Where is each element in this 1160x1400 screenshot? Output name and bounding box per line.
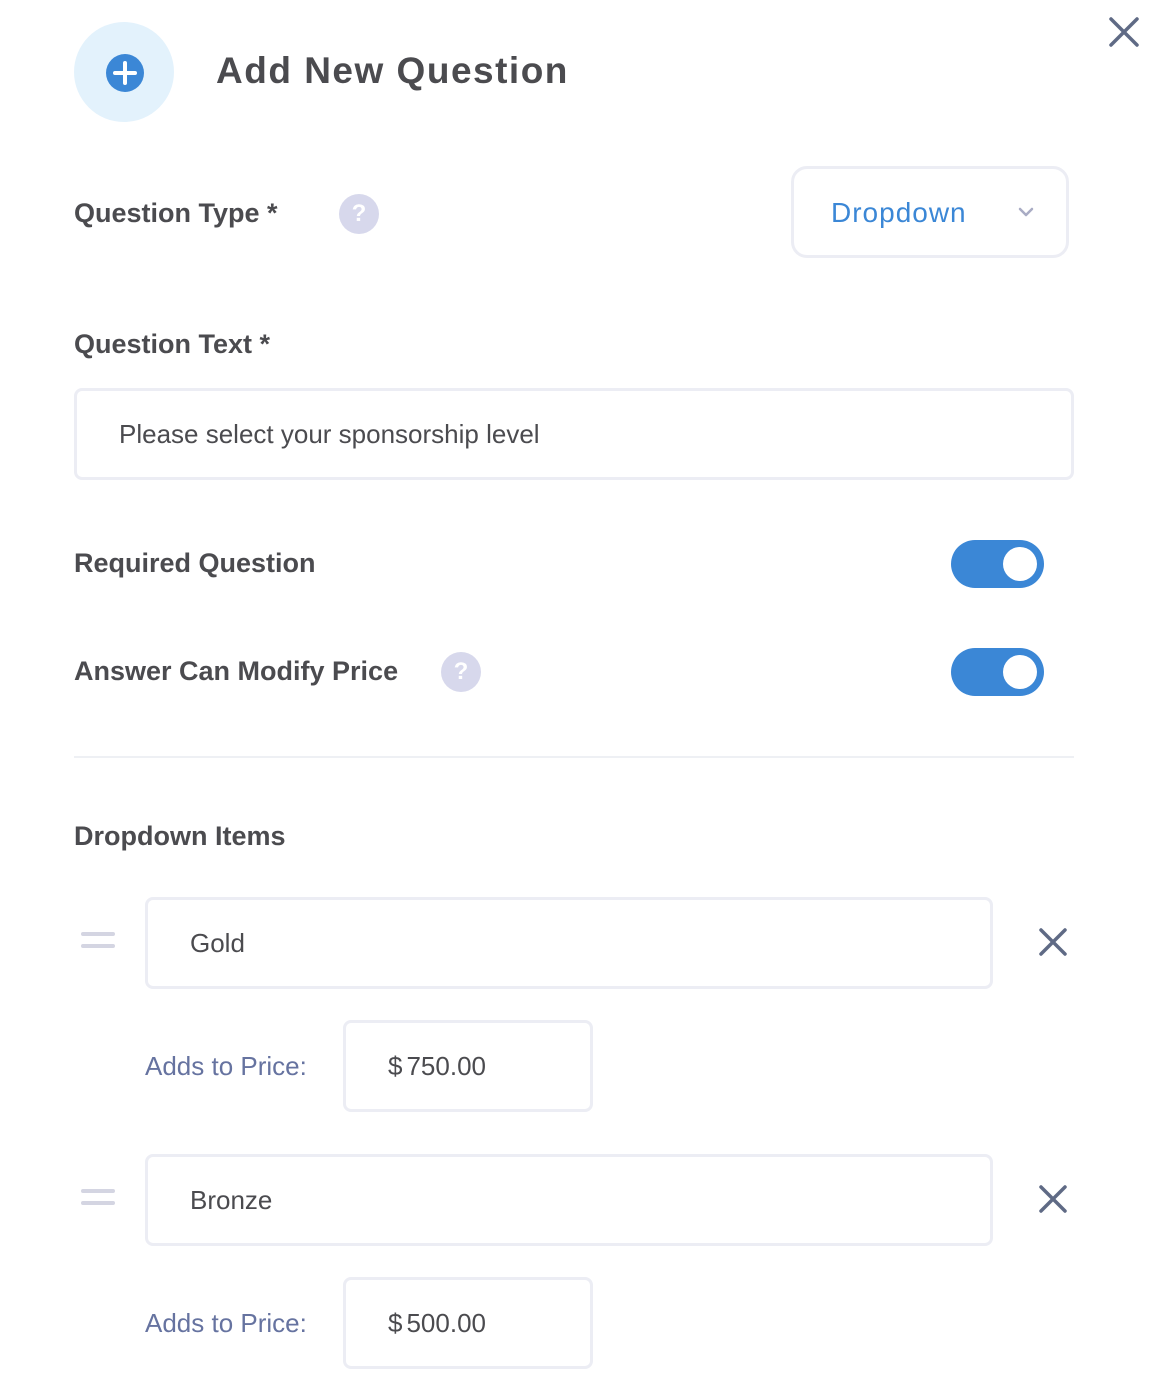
modify-price-help-icon[interactable]: ? <box>441 652 481 692</box>
drag-handle-icon[interactable] <box>81 932 115 952</box>
required-question-label: Required Question <box>74 548 316 578</box>
question-type-label: Question Type * <box>74 198 278 228</box>
adds-to-price-label: Adds to Price: <box>145 1308 307 1338</box>
modify-price-label: Answer Can Modify Price <box>74 656 399 686</box>
drag-handle-icon[interactable] <box>81 1189 115 1209</box>
remove-item-close-icon[interactable] <box>1037 1183 1069 1215</box>
price-input[interactable]: $500.00 <box>343 1277 593 1369</box>
modal-title: Add New Question <box>216 50 569 91</box>
price-value: 500.00 <box>406 1307 486 1338</box>
plus-circle-icon <box>106 54 144 92</box>
dropdown-items-heading: Dropdown Items <box>74 821 286 851</box>
currency-symbol: $ <box>388 1050 403 1081</box>
question-type-help-icon[interactable]: ? <box>339 194 379 234</box>
close-icon[interactable] <box>1106 14 1142 50</box>
adds-to-price-label: Adds to Price: <box>145 1051 307 1081</box>
price-input[interactable]: $750.00 <box>343 1020 593 1112</box>
price-value: 750.00 <box>406 1050 486 1081</box>
remove-item-close-icon[interactable] <box>1037 926 1069 958</box>
question-text-label: Question Text * <box>74 329 271 359</box>
required-question-toggle[interactable] <box>951 540 1044 588</box>
divider <box>74 756 1074 758</box>
question-text-input[interactable]: Please select your sponsorship level <box>74 388 1074 480</box>
question-type-select-value: Dropdown <box>831 197 967 228</box>
currency-symbol: $ <box>388 1307 403 1338</box>
toggle-knob <box>1003 655 1037 689</box>
toggle-knob <box>1003 547 1037 581</box>
dropdown-item-name-input[interactable]: Gold <box>145 897 993 989</box>
modify-price-toggle[interactable] <box>951 648 1044 696</box>
chevron-down-icon <box>1016 205 1036 219</box>
dropdown-item-name-input[interactable]: Bronze <box>145 1154 993 1246</box>
